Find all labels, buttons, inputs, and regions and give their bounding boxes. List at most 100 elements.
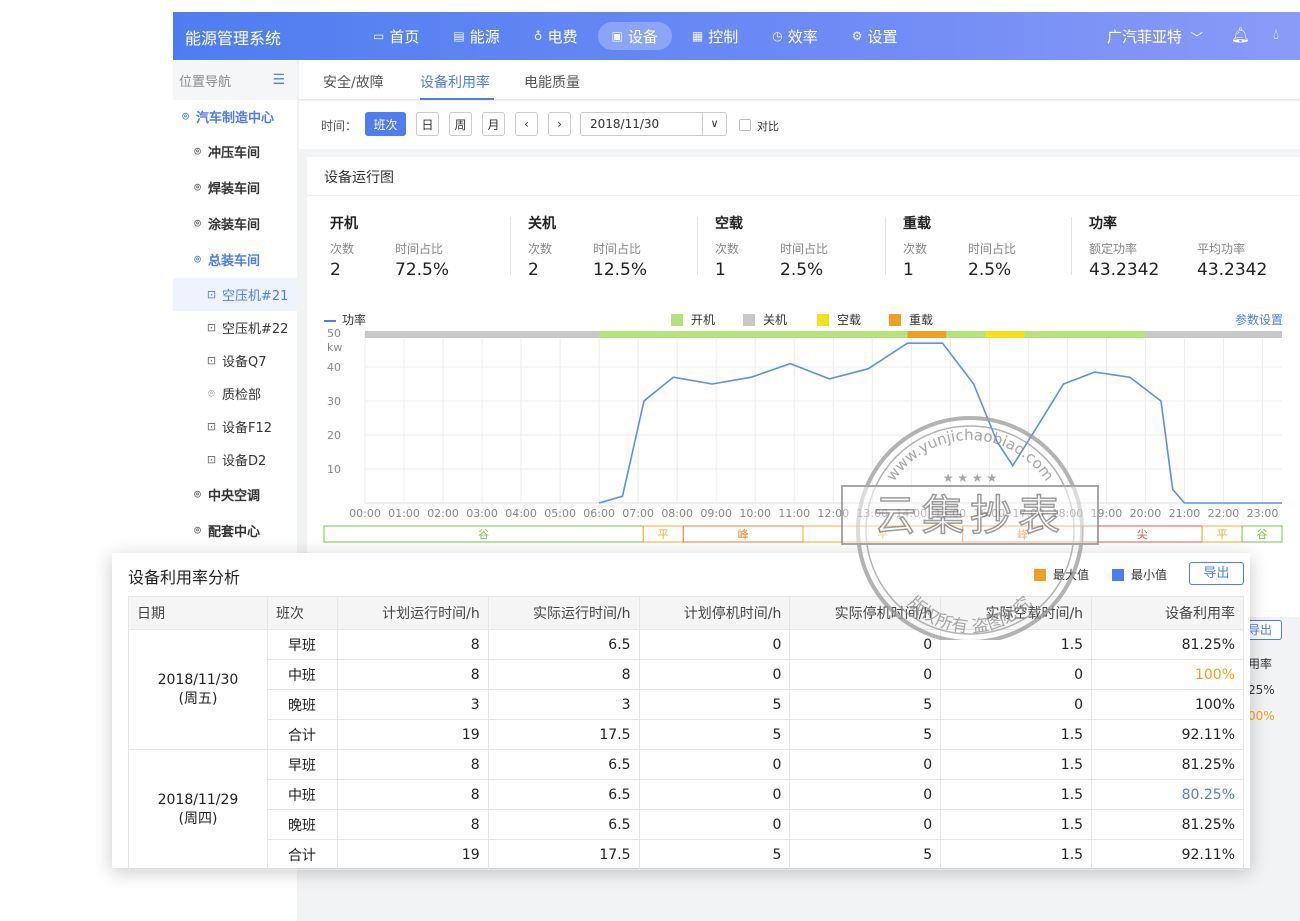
- param-settings-link[interactable]: 参数设置: [1235, 311, 1283, 328]
- value-cell: 1.5: [940, 719, 1093, 750]
- value-cell: 5: [638, 839, 791, 870]
- nav-item-label: 设置: [867, 27, 898, 46]
- chevron-right-icon: ›: [557, 117, 562, 131]
- device-box-icon: ⊡: [206, 354, 217, 367]
- nav-item-label: 设备: [627, 27, 658, 46]
- chevron-down-icon[interactable]: ∨: [702, 113, 726, 135]
- shift-cell: 合计: [266, 839, 338, 870]
- day-button[interactable]: 日: [416, 112, 439, 136]
- nav-item-label: 控制: [708, 27, 739, 46]
- legend-min-label: 最小值: [1131, 568, 1168, 582]
- week-button[interactable]: 周: [449, 112, 472, 136]
- tab-equipment-utilization[interactable]: 设备利用率: [420, 72, 490, 92]
- shift-button[interactable]: 班次: [365, 112, 406, 136]
- tree-item-label: 设备D2: [222, 454, 267, 469]
- tree-item[interactable]: ⊡ 设备D2: [173, 443, 297, 476]
- x-tick-label: 11:00: [778, 507, 810, 520]
- stat-group: 开机 次数 时间占比 2 72.5%: [330, 213, 449, 280]
- bell-icon[interactable]: 🔔︎: [1231, 26, 1250, 44]
- y-axis-unit: kw: [327, 341, 342, 354]
- tree-item[interactable]: ⌾ 涂装车间: [173, 207, 297, 240]
- date-picker[interactable]: 2018/11/30 ∨: [580, 112, 727, 136]
- nav-item[interactable]: ⚙ 设置: [838, 22, 912, 50]
- stat-divider: [510, 217, 511, 275]
- export-button[interactable]: 导出: [1189, 562, 1244, 585]
- tree-item[interactable]: ⌾ 配套中心: [173, 514, 297, 547]
- water-drop-icon[interactable]: 💧︎: [1273, 25, 1279, 43]
- legend-label: 开机: [691, 313, 716, 327]
- stat-group: 空载 次数 时间占比 1 2.5%: [715, 213, 828, 280]
- stat-value: 72.5%: [395, 260, 450, 280]
- run-chart-card: 设备运行图 开机 次数 时间占比 2 72.5% 关机 次数 时间占比 2 12.5% 空载 次数 时间…: [307, 157, 1300, 617]
- tab-power-quality[interactable]: 电能质量: [524, 72, 580, 92]
- tariff-band-label: 谷: [1257, 528, 1268, 541]
- nav-item-label: 电费: [547, 27, 578, 46]
- month-button[interactable]: 月: [482, 112, 505, 136]
- legend-label: 重载: [909, 313, 934, 327]
- value-cell: 1.5: [940, 809, 1093, 840]
- nav-item[interactable]: ♁ 电费: [520, 22, 592, 50]
- peek-value: 00%: [1248, 709, 1275, 723]
- table-row: 晚班 8 6.5 0 0 1.5 81.25%: [129, 809, 1244, 840]
- y-tick-label: 10: [327, 463, 341, 476]
- company-selector[interactable]: 广汽菲亚特 ﹀: [1107, 26, 1203, 47]
- stat-value: 2.5%: [968, 260, 1012, 280]
- legend-max: 最大值: [1034, 566, 1089, 583]
- tree-item-label: 设备F12: [222, 421, 273, 436]
- legend-item: 关机: [743, 311, 787, 328]
- value-cell: 1.5: [940, 749, 1093, 780]
- prev-period-button[interactable]: ‹: [515, 112, 538, 136]
- stat-value: 2: [330, 260, 341, 280]
- nav-item[interactable]: ▦ 控制: [678, 22, 752, 50]
- legend-item: 空载: [817, 311, 861, 328]
- value-cell: 6.5: [487, 749, 640, 780]
- tree-item-label: 空压机#22: [222, 322, 289, 337]
- monitor-icon: ▭: [373, 29, 385, 43]
- stat-value: 43.2342: [1197, 260, 1268, 280]
- value-cell: 3: [487, 689, 640, 720]
- x-tick-label: 17:00: [1013, 507, 1045, 520]
- tree-item[interactable]: ⌾ 总装车间: [173, 243, 297, 276]
- tree-item[interactable]: ⌾ 中央空调: [173, 478, 297, 511]
- nav-item-label: 效率: [787, 27, 818, 46]
- stat-group: 重载 次数 时间占比 1 2.5%: [903, 213, 1016, 280]
- nav-item[interactable]: ▣ 设备: [597, 22, 672, 50]
- value-cell: 0: [638, 659, 791, 690]
- tree-item[interactable]: ⊡ 设备Q7: [173, 344, 297, 377]
- value-cell: 6.5: [487, 779, 640, 810]
- value-cell: 0: [940, 659, 1093, 690]
- min-swatch: [1112, 569, 1124, 581]
- stat-label: 次数: [330, 242, 355, 256]
- compare-checkbox[interactable]: [739, 119, 751, 131]
- tab-safety-fault[interactable]: 安全/故障: [323, 72, 384, 92]
- nav-item[interactable]: ▭ 首页: [359, 22, 433, 50]
- value-cell: 5: [638, 719, 791, 750]
- x-tick-label: 01:00: [388, 507, 420, 520]
- nav-item[interactable]: ▤ 能源: [439, 22, 513, 50]
- tree-item-label: 中央空调: [208, 489, 261, 504]
- tree-item[interactable]: ⊡ 设备F12: [173, 410, 297, 443]
- x-tick-label: 08:00: [661, 507, 693, 520]
- nav-item-label: 能源: [469, 27, 500, 46]
- value-cell: 6.5: [487, 809, 640, 840]
- tree-item[interactable]: ⌾ 汽车制造中心: [173, 100, 297, 133]
- stat-label: 平均功率: [1197, 242, 1246, 256]
- tree-item-label: 汽车制造中心: [196, 111, 275, 126]
- tree-item-label: 设备Q7: [222, 355, 267, 370]
- state-segment: [599, 331, 908, 338]
- location-pin-icon: ⌾: [194, 523, 201, 537]
- tree-item[interactable]: ⌾ 焊装车间: [173, 171, 297, 204]
- location-pin-icon: ⌾: [194, 252, 201, 266]
- stat-title: 开机: [330, 216, 358, 232]
- location-pin-icon: ⌾: [182, 109, 189, 123]
- value-cell: 8: [336, 749, 489, 780]
- nav-item[interactable]: ◷ 效率: [758, 22, 832, 50]
- tree-item[interactable]: ⌾ 冲压车间: [173, 135, 297, 168]
- next-period-button[interactable]: ›: [548, 112, 571, 136]
- x-tick-label: 20:00: [1130, 507, 1162, 520]
- tree-item[interactable]: ⌾ 质检部: [173, 377, 297, 410]
- location-pin-icon: ⌾: [194, 487, 201, 501]
- tree-item[interactable]: ⊡ 空压机#21: [173, 278, 297, 311]
- collapse-menu-icon[interactable]: ☰: [272, 72, 285, 88]
- tree-item[interactable]: ⊡ 空压机#22: [173, 311, 297, 344]
